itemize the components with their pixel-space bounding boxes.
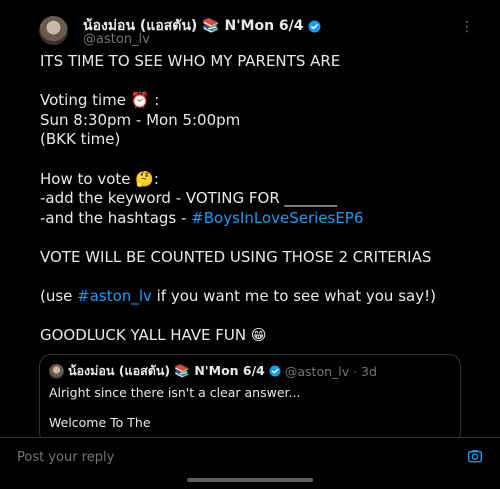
- verified-badge-icon: [269, 365, 281, 377]
- text-line: (BKK time): [40, 130, 121, 149]
- text-segment: -and the hashtags -: [40, 208, 192, 227]
- home-indicator[interactable]: [187, 478, 313, 482]
- author-handle[interactable]: @aston_lv: [83, 32, 150, 47]
- reply-input[interactable]: Post your reply: [17, 450, 114, 465]
- quoted-meta: @aston_lv · 3d: [284, 363, 377, 379]
- text-line: -and the hashtags - #BoysInLoveSeriesEP6: [40, 209, 480, 229]
- more-options-icon[interactable]: ⋮: [460, 20, 474, 34]
- verified-badge-icon: [308, 20, 320, 32]
- camera-icon[interactable]: [467, 448, 483, 464]
- quoted-display-name: น้องม่อน (แอสตัน) 📚 N'Mon 6/4: [68, 363, 265, 378]
- text-line: How to vote 🤔:: [40, 169, 159, 188]
- text-line: Sun 8:30pm - Mon 5:00pm: [40, 110, 241, 129]
- hashtag-link[interactable]: #aston_lv: [77, 287, 152, 305]
- quoted-tweet[interactable]: น้องม่อน (แอสตัน) 📚 N'Mon 6/4 @aston_lv …: [39, 354, 461, 444]
- text-line: VOTE WILL BE COUNTED USING THOSE 2 CRITE…: [40, 247, 432, 266]
- text-segment: if you want me to see what you say!): [151, 287, 436, 306]
- tweet-text: ITS TIME TO SEE WHO MY PARENTS ARE Votin…: [40, 52, 480, 346]
- quoted-text-line: Alright since there isn't a clear answer…: [49, 385, 301, 400]
- text-line: GOODLUCK YALL HAVE FUN 😁: [40, 326, 267, 345]
- text-line: (use #aston_lv if you want me to see wha…: [40, 287, 480, 307]
- text-line: -add the keyword - VOTING FOR _______: [40, 189, 338, 208]
- quoted-text-line: Welcome To The: [49, 415, 151, 430]
- hashtag-link[interactable]: #BoysInLoveSeriesEP6: [191, 209, 363, 227]
- quoted-avatar: [49, 363, 64, 379]
- tweet: น้องม่อน (แอสตัน) 📚 N'Mon 6/4 @aston_lv …: [0, 0, 500, 444]
- quoted-tweet-header: น้องม่อน (แอสตัน) 📚 N'Mon 6/4 @aston_lv …: [49, 361, 377, 381]
- text-line: Voting time ⏰ :: [40, 91, 160, 110]
- avatar[interactable]: [39, 16, 68, 45]
- text-segment: (use: [40, 287, 78, 306]
- text-line: ITS TIME TO SEE WHO MY PARENTS ARE: [40, 52, 341, 70]
